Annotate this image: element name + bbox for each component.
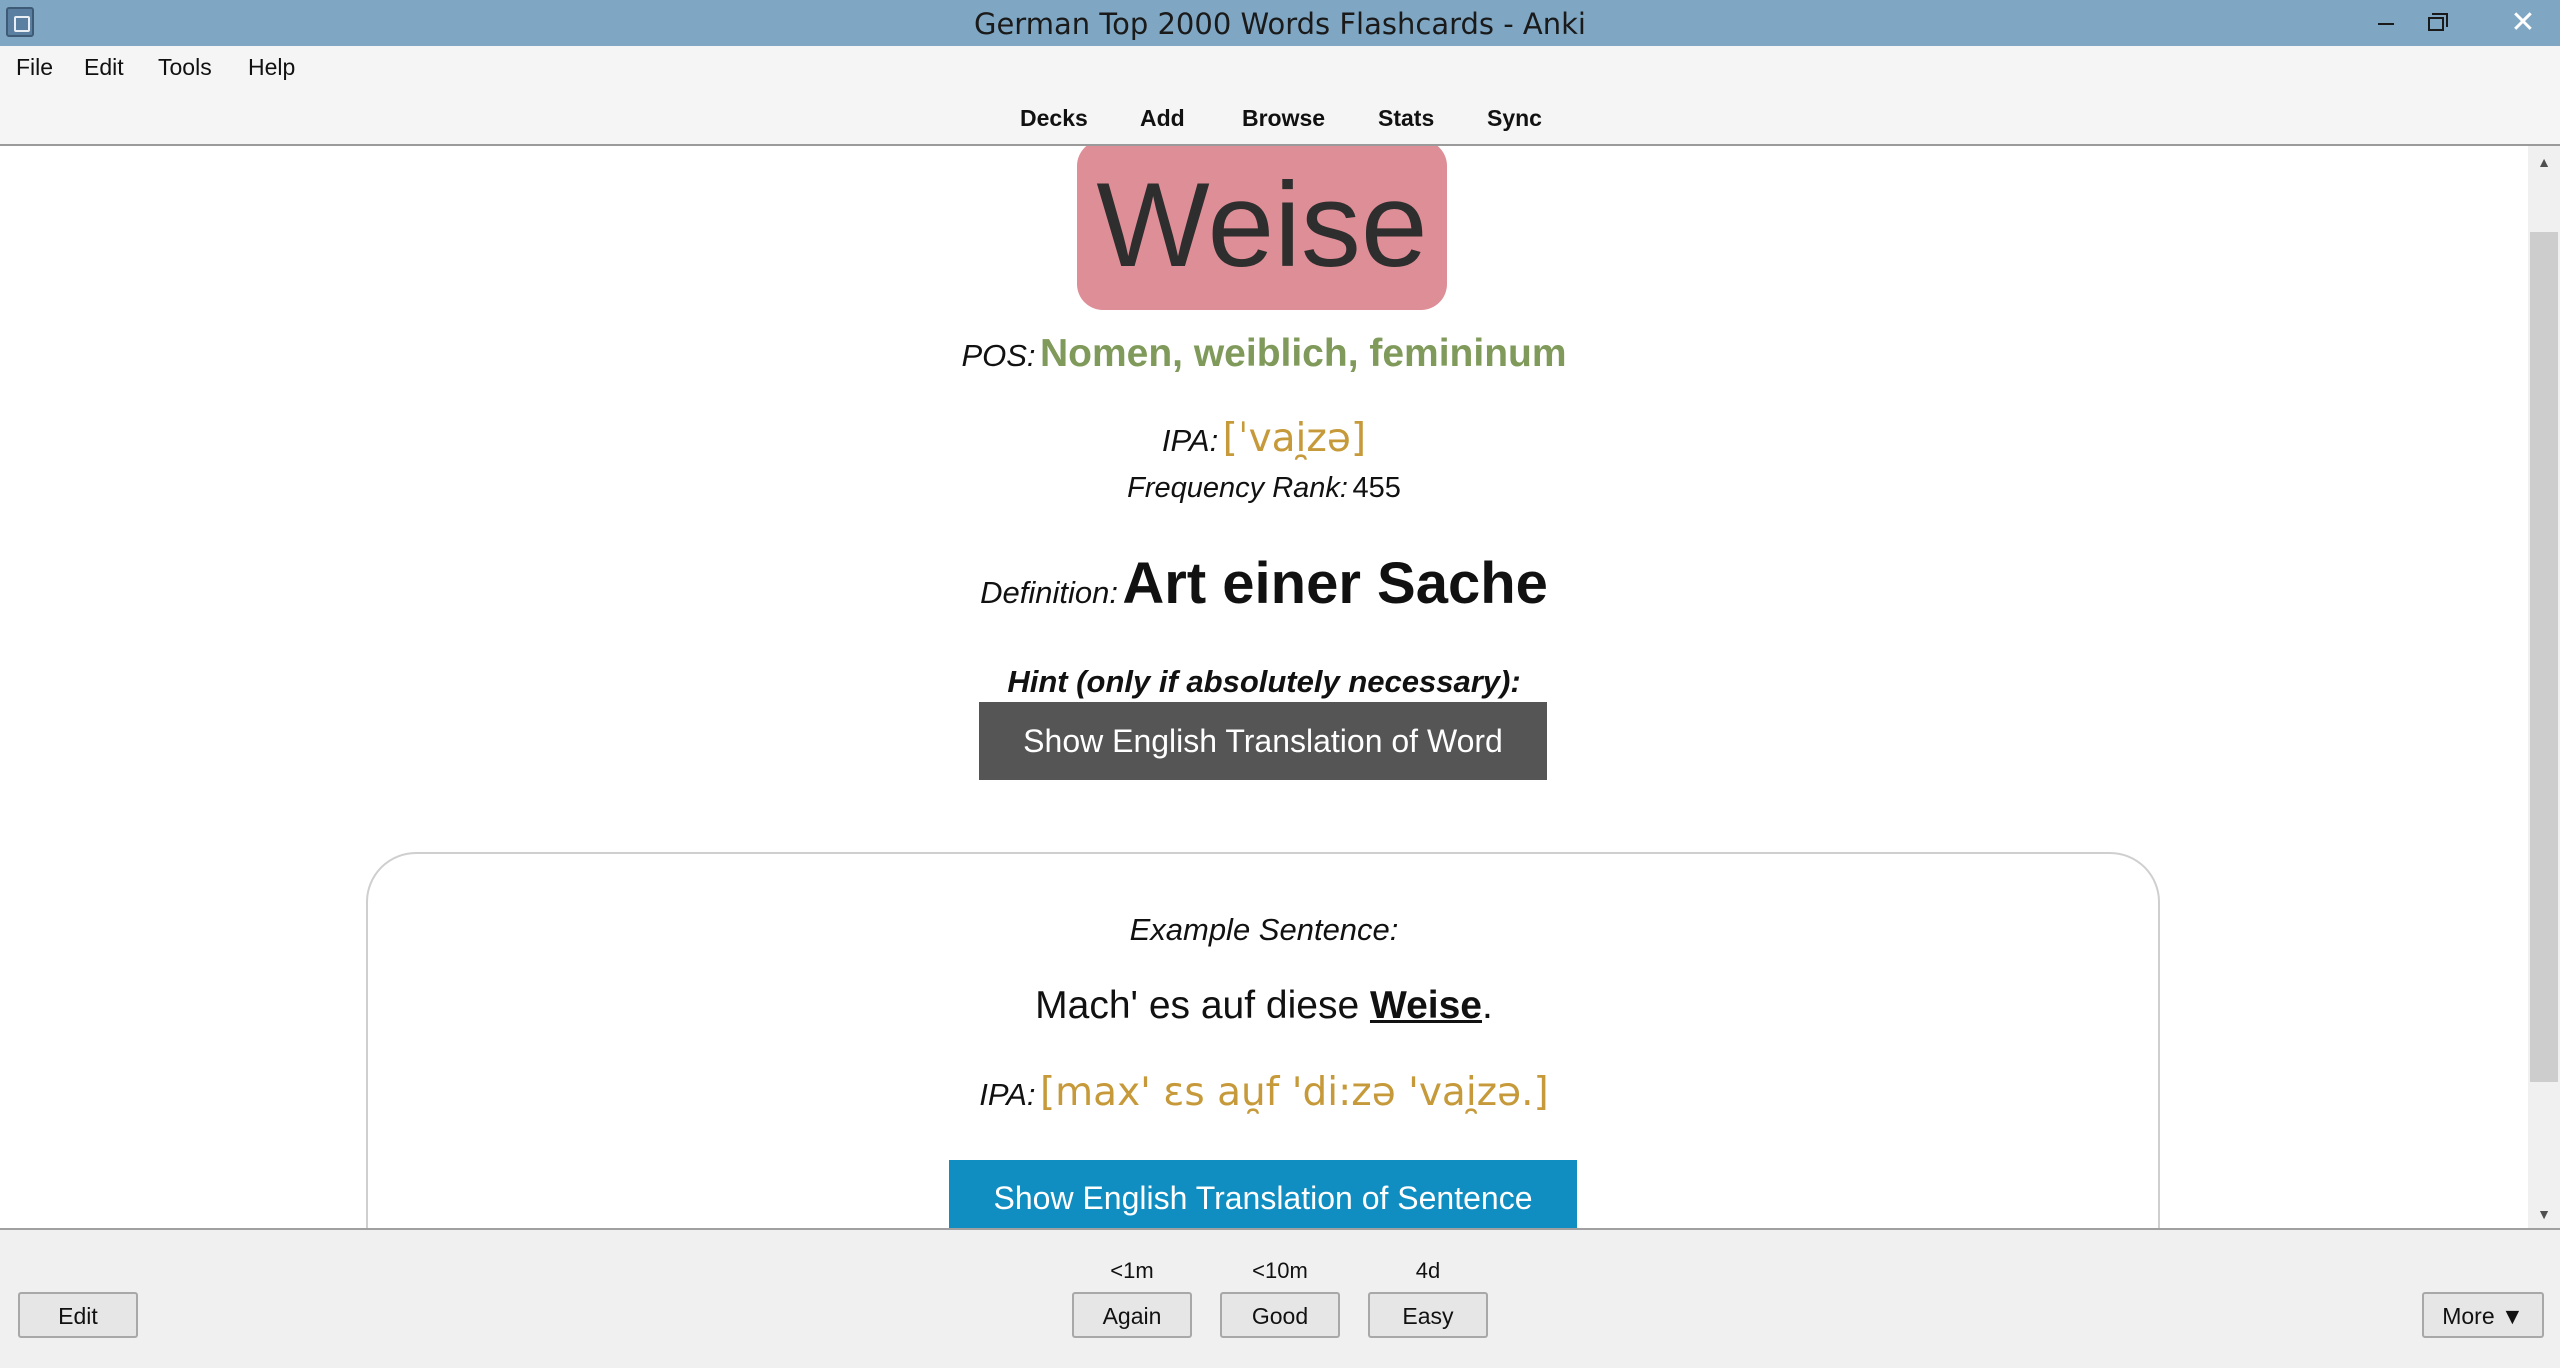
pos-label: POS: [961, 338, 1036, 373]
pos-row: POS: Nomen, weiblich, femininum [0, 332, 2528, 376]
definition-label: Definition: [980, 575, 1118, 610]
frequency-value: 455 [1352, 472, 1401, 504]
menu-edit[interactable]: Edit [76, 46, 132, 88]
example-ipa-value: [max' ɛs au̯f 'di:zə 'vai̯zə.] [1039, 1070, 1549, 1115]
browse-link[interactable]: Browse [1242, 88, 1325, 144]
main-toolbar: Decks Add Browse Stats Sync [0, 88, 2560, 146]
menu-bar: File Edit Tools Help [0, 46, 2560, 88]
decks-link[interactable]: Decks [1020, 88, 1088, 144]
definition-row: Definition: Art einer Sache [0, 550, 2528, 617]
scroll-thumb[interactable] [2530, 232, 2558, 1082]
easy-interval: 4d [1415, 1258, 1441, 1283]
good-interval: <10m [1252, 1258, 1308, 1283]
ipa-row: IPA: [ˈvai̯zə] [0, 416, 2528, 461]
restore-icon [2428, 17, 2444, 32]
frequency-label: Frequency Rank: [1127, 472, 1348, 504]
frequency-row: Frequency Rank: 455 [0, 472, 2528, 505]
show-sentence-translation-button[interactable]: Show English Translation of Sentence [949, 1160, 1577, 1228]
edit-button[interactable]: Edit [18, 1292, 138, 1338]
more-button[interactable]: More ▼ [2422, 1292, 2544, 1338]
window-title: German Top 2000 Words Flashcards - Anki [973, 7, 1586, 41]
minimize-button[interactable] [2358, 0, 2414, 46]
again-button[interactable]: Again [1072, 1292, 1192, 1338]
pos-value: Nomen, weiblich, femininum [1039, 332, 1567, 375]
minimize-icon [2378, 23, 2394, 26]
good-button[interactable]: Good [1220, 1292, 1340, 1338]
close-icon: ✕ [2510, 6, 2536, 39]
sync-link[interactable]: Sync [1487, 88, 1542, 144]
easy-button[interactable]: Easy [1368, 1292, 1488, 1338]
definition-value: Art einer Sache [1122, 551, 1548, 616]
menu-tools[interactable]: Tools [150, 46, 220, 88]
example-sentence: Mach' es auf diese Weise. [0, 984, 2528, 1028]
example-label: Example Sentence: [1129, 912, 1399, 947]
flashcard-word: Weise [1077, 146, 1447, 310]
stats-link[interactable]: Stats [1378, 88, 1434, 144]
card-view: Weise POS: Nomen, weiblich, femininum IP… [0, 146, 2528, 1228]
scroll-down-arrow-icon[interactable]: ▼ [2528, 1204, 2560, 1224]
example-ipa-label: IPA: [979, 1077, 1036, 1112]
example-ipa-row: IPA: [max' ɛs au̯f 'di:zə 'vai̯zə.] [0, 1070, 2528, 1115]
example-sentence-keyword: Weise [1369, 984, 1482, 1027]
add-link[interactable]: Add [1140, 88, 1185, 144]
close-button[interactable]: ✕ [2486, 0, 2560, 46]
example-sentence-end: . [1481, 984, 1493, 1027]
show-word-translation-button[interactable]: Show English Translation of Word [979, 702, 1547, 780]
ipa-value: [ˈvai̯zə] [1222, 416, 1367, 461]
answer-bar: Edit <1m Again <10m Good 4d Easy More ▼ [0, 1228, 2560, 1368]
ipa-label: IPA: [1161, 423, 1219, 458]
example-sentence-start: Mach' es auf diese [1035, 984, 1370, 1027]
hint-label: Hint (only if absolutely necessary): [1007, 664, 1521, 699]
menu-help[interactable]: Help [240, 46, 303, 88]
title-bar: German Top 2000 Words Flashcards - Anki … [0, 0, 2560, 46]
vertical-scrollbar[interactable]: ▲ ▼ [2528, 146, 2560, 1228]
menu-file[interactable]: File [8, 46, 61, 88]
scroll-up-arrow-icon[interactable]: ▲ [2528, 152, 2560, 172]
again-interval: <1m [1110, 1258, 1154, 1283]
maximize-button[interactable] [2408, 0, 2464, 46]
